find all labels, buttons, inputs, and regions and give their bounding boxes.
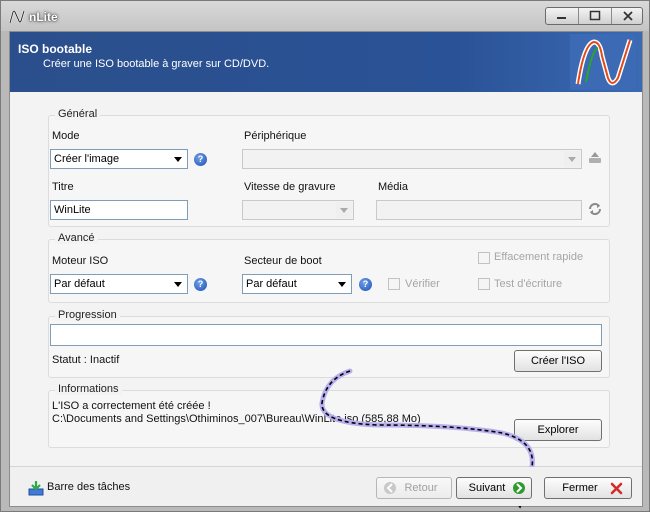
media-field [376,200,582,220]
maximize-icon [589,10,601,21]
page-header: ISO bootable Créer une ISO bootable à gr… [10,32,642,92]
close-red-icon [610,482,623,495]
title-input[interactable]: WinLite [50,200,188,220]
chevron-down-icon [336,202,352,218]
taskbar-icon[interactable] [28,480,44,496]
next-arrow-icon [513,482,525,494]
general-group-title: Général [55,108,101,120]
back-button-label: Retour [404,482,438,494]
iso-engine-label: Moteur ISO [52,255,109,267]
progress-group-title: Progression [55,309,120,321]
mode-select-value: Créer l'image [54,153,120,165]
chevron-down-icon [170,276,186,292]
page-title: ISO bootable [18,42,93,56]
back-button[interactable]: Retour [376,477,452,499]
burn-speed-select[interactable] [242,200,354,220]
iso-engine-select-value: Par défaut [54,278,105,290]
title-bar[interactable]: nLite [1,1,649,31]
next-button[interactable]: Suivant [456,477,532,499]
window-controls [545,7,643,25]
maximize-button[interactable] [579,8,612,24]
close-icon [623,11,633,21]
close-button[interactable]: Fermer [544,477,632,499]
iso-engine-select[interactable]: Par défaut [50,274,188,294]
nlite-window: nLite ISO bootable Créer une ISO bootabl… [0,0,650,512]
quick-erase-checkbox[interactable] [478,252,490,264]
mode-help-icon[interactable]: ? [194,153,207,166]
next-button-label: Suivant [468,482,506,494]
close-button-label: Fermer [562,482,598,494]
chevron-down-icon [334,276,350,292]
window-title: nLite [29,10,58,24]
verify-checkbox[interactable] [388,278,400,290]
verify-label: Vérifier [405,278,440,290]
boot-sector-select[interactable]: Par défaut [242,274,352,294]
minimize-button[interactable] [546,8,579,24]
boot-sector-help-icon[interactable]: ? [359,278,372,291]
mode-label: Mode [52,130,80,142]
title-input-value: WinLite [54,204,91,216]
write-test-checkbox[interactable] [478,278,490,290]
nlite-header-logo-icon [570,34,636,90]
info-line-1: L'ISO a correctement été créée ! [52,400,211,412]
quick-erase-label: Effacement rapide [494,251,584,263]
eject-drive-icon[interactable] [588,151,602,165]
chevron-down-icon [564,151,580,167]
status-text: Statut : Inactif [52,354,120,366]
footer-bar: Barre des tâches Retour Suivant Fermer [10,467,642,506]
progress-bar [50,324,602,346]
refresh-icon[interactable] [588,202,602,216]
device-label: Périphérique [244,130,307,142]
advanced-group-title: Avancé [55,232,98,244]
info-group-title: Informations [55,383,122,395]
chevron-down-icon [170,151,186,167]
create-iso-button-label: Créer l'ISO [530,355,586,367]
boot-sector-label: Secteur de boot [244,255,322,267]
close-window-button[interactable] [612,8,644,24]
content-area: Général Mode Créer l'image ? Périphériqu… [10,92,642,509]
write-test-label: Test d'écriture [494,278,563,290]
taskbar-label[interactable]: Barre des tâches [47,481,130,493]
back-arrow-icon [384,482,396,494]
minimize-icon [557,17,566,19]
mode-select[interactable]: Créer l'image [50,149,188,169]
title-label: Titre [52,181,74,193]
media-label: Média [378,181,408,193]
iso-engine-help-icon[interactable]: ? [194,278,207,291]
nlite-logo-icon [9,10,25,24]
boot-sector-select-value: Par défaut [246,278,297,290]
page-subtitle: Créer une ISO bootable à graver sur CD/D… [43,58,270,70]
dialog-body: ISO bootable Créer une ISO bootable à gr… [9,31,643,509]
device-select[interactable] [242,149,582,169]
burn-speed-label: Vitesse de gravure [244,181,336,193]
